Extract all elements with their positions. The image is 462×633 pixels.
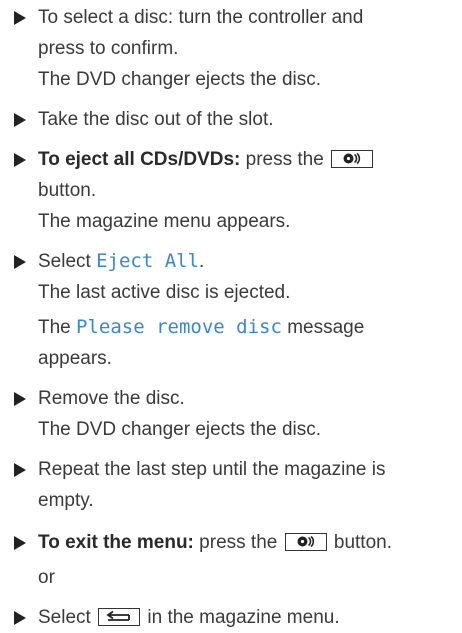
step-text: . (199, 251, 205, 272)
step-result: appears. (38, 348, 112, 369)
display-text: Eject All (96, 250, 200, 272)
instruction-step: Select in the magazine menu. (12, 602, 456, 633)
instruction-step: To eject all CDs/DVDs: press the button.… (12, 144, 456, 237)
instruction-step: Select Eject All. The last active disc i… (12, 246, 456, 374)
step-text: message (287, 317, 365, 338)
step-text: To select a disc: turn the controller an… (38, 7, 364, 28)
instruction-step: Repeat the last step until the magazine … (12, 454, 456, 516)
arrow-bullet-icon (14, 536, 26, 550)
step-text: Select (38, 251, 91, 272)
or-text: or (38, 567, 55, 588)
step-text: in the magazine menu. (147, 607, 340, 628)
arrow-bullet-icon (14, 113, 26, 127)
step-text: button. (333, 532, 392, 553)
arrow-bullet-icon (14, 11, 26, 25)
step-text: press the (199, 532, 278, 553)
step-text: Select in the magazine menu. (38, 602, 456, 633)
step-text: The (38, 317, 71, 338)
arrow-bullet-icon (14, 463, 26, 477)
step-text: Take the disc out of the slot. (38, 109, 274, 130)
step-heading: To eject all CDs/DVDs: (38, 149, 241, 170)
disc-eject-icon (331, 150, 374, 168)
step-text: empty. (38, 490, 94, 511)
disc-eject-icon (284, 533, 327, 551)
step-text: Remove the disc. (38, 388, 185, 409)
arrow-bullet-icon (14, 153, 26, 167)
step-text: Select Eject All. (38, 246, 456, 277)
instruction-step: Remove the disc. The DVD changer ejects … (12, 383, 456, 445)
instruction-step: To exit the menu: press the button. (12, 527, 456, 558)
step-result: The DVD changer ejects the disc. (38, 419, 322, 440)
arrow-bullet-icon (14, 255, 26, 269)
arrow-bullet-icon (14, 392, 26, 406)
arrow-bullet-icon (14, 611, 26, 625)
back-icon (98, 608, 141, 626)
document-body: To select a disc: turn the controller an… (12, 2, 456, 633)
step-text: Repeat the last step until the magazine … (38, 459, 386, 480)
step-result: The Please remove disc message (38, 312, 456, 343)
step-result: The magazine menu appears. (38, 211, 291, 232)
step-result: The DVD changer ejects the disc. (38, 69, 322, 90)
step-result: The last active disc is ejected. (38, 282, 291, 303)
step-text: button. (38, 180, 97, 201)
step-text: To eject all CDs/DVDs: press the (38, 144, 456, 175)
step-text: To exit the menu: press the button. (38, 527, 456, 558)
step-heading: To exit the menu: (38, 532, 194, 553)
step-text: press the (245, 149, 324, 170)
step-text: press to confirm. (38, 38, 179, 59)
instruction-step: Take the disc out of the slot. (12, 104, 456, 135)
step-text: Select (38, 607, 91, 628)
display-text: Please remove disc (76, 316, 282, 338)
instruction-step: To select a disc: turn the controller an… (12, 2, 456, 95)
